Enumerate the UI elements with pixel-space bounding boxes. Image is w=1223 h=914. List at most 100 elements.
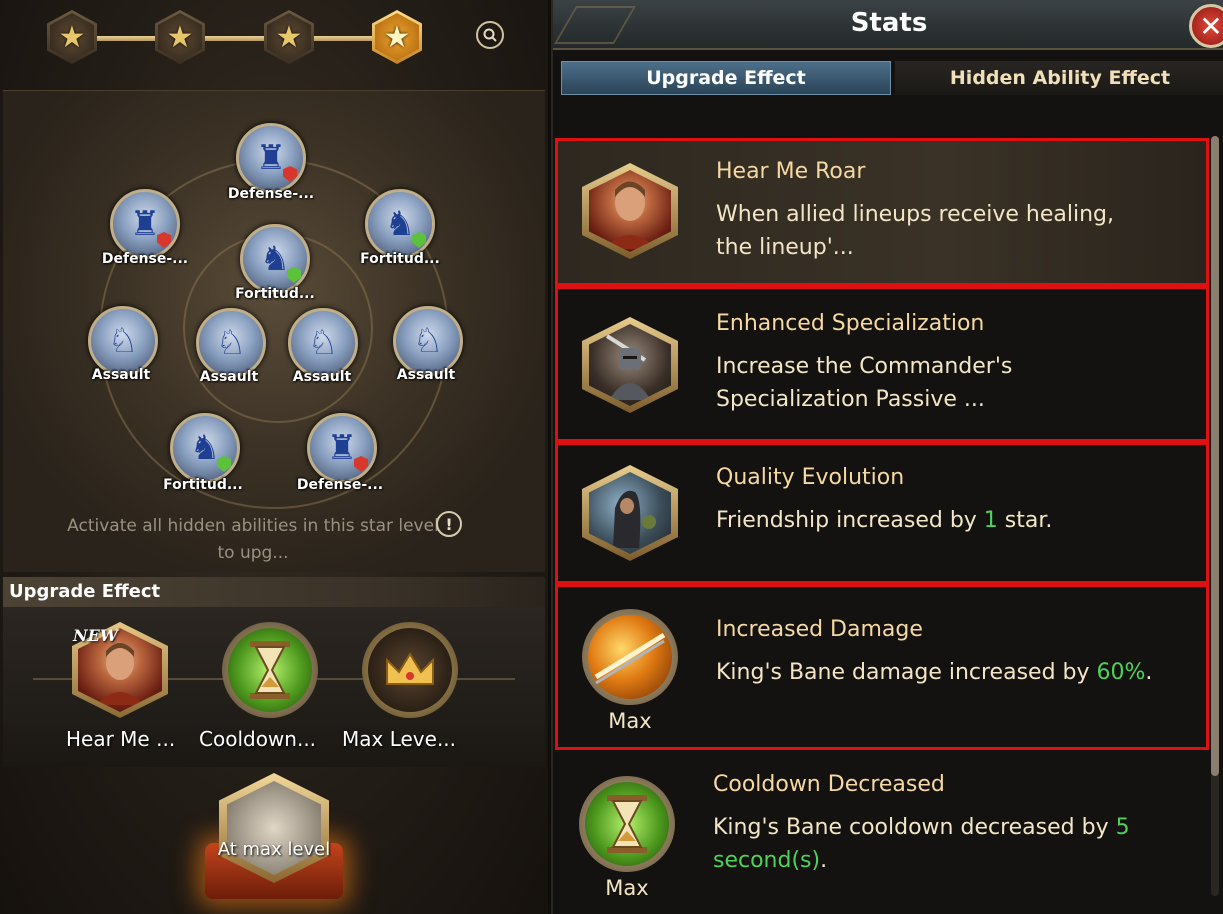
star-level-track: ★ ★ ★ ★ (0, 0, 548, 82)
desc-text: King's Bane cooldown decreased by (713, 815, 1116, 840)
portrait-inner (589, 170, 671, 252)
activation-hint: Activate all hidden abilities in this st… (67, 516, 439, 563)
upgrade-max-level-button[interactable] (362, 622, 458, 718)
knight-sword-icon (582, 317, 678, 413)
ability-node[interactable]: ♞ (240, 224, 310, 294)
desc-text: Increase the Commander's Specialization … (716, 354, 1013, 412)
knight-icon: ♞ (384, 204, 416, 244)
desc-text: . (1145, 660, 1153, 685)
desc-text: King's Bane damage increased by (716, 660, 1097, 685)
badge-icon (354, 456, 368, 472)
knight-shield-icon: ♜ (129, 204, 161, 244)
ability-node[interactable]: ♘ (196, 308, 266, 378)
max-level-label: At max level (217, 839, 331, 860)
effect-title: Hear Me Roar (716, 159, 866, 184)
ability-node[interactable]: ♞ (170, 413, 240, 483)
hooded-merchant-icon (582, 465, 678, 561)
upgrade-label: Hear Me ... (66, 727, 176, 751)
tab-upgrade-effect[interactable]: Upgrade Effect (561, 61, 891, 95)
upgrade-effect-title: Upgrade Effect (9, 581, 161, 602)
knight-figure (605, 334, 651, 400)
cavalry-icon: ♘ (107, 321, 139, 361)
upgrade-effect-header: Upgrade Effect (3, 577, 545, 607)
tab-bar: Upgrade Effect Hidden Ability Effect (561, 61, 1223, 95)
crown-shape (386, 652, 434, 685)
badge-icon (217, 456, 231, 472)
effect-title: Enhanced Specialization (716, 311, 985, 336)
upgrade-cooldown-button[interactable] (222, 622, 318, 718)
page-title: Stats (850, 8, 928, 38)
hourglass-icon (228, 628, 312, 712)
ability-node[interactable]: ♜ (110, 189, 180, 259)
effect-title: Quality Evolution (716, 465, 905, 490)
star-icon: ★ (383, 19, 411, 55)
merchant-inner (589, 472, 671, 554)
ability-node-label: Assault (91, 367, 151, 383)
star-level-3-button[interactable]: ★ (264, 10, 314, 64)
tab-hidden-ability-effect[interactable]: Hidden Ability Effect (895, 61, 1223, 95)
new-tag: NEW (73, 626, 118, 645)
star-level-2-button[interactable]: ★ (155, 10, 205, 64)
ability-node-label: Assault (292, 369, 352, 385)
hidden-ability-board: ♜ Defense-... ♜ Defense-... ♞ Fortitud..… (3, 90, 545, 572)
cavalry-icon: ♘ (215, 323, 247, 363)
star-level-1-button[interactable]: ★ (47, 10, 97, 64)
ability-node[interactable]: ♜ (307, 413, 377, 483)
face-icon (604, 181, 656, 249)
ability-node-label: Defense-... (101, 251, 189, 267)
blade-inner (588, 615, 672, 699)
ability-node[interactable]: ♘ (88, 306, 158, 376)
star-icon: ★ (58, 19, 86, 55)
stats-panel: Stats ✕ Upgrade Effect Hidden Ability Ef… (551, 0, 1223, 914)
effect-description: King's Bane cooldown decreased by 5 seco… (713, 811, 1153, 877)
star-icon: ★ (275, 19, 303, 55)
hourglass-icon (579, 776, 675, 872)
effect-list: Hear Me Roar When allied lineups receive… (553, 136, 1209, 914)
desc-text: Friendship increased by (716, 508, 984, 533)
commander-portrait-icon (582, 163, 678, 259)
ability-node[interactable]: ♘ (393, 306, 463, 376)
effect-row[interactable]: Enhanced Specialization Increase the Com… (555, 286, 1209, 442)
exclamation-icon[interactable]: ! (436, 511, 462, 537)
close-icon: ✕ (1199, 9, 1223, 43)
knight-inner (589, 324, 671, 406)
close-button[interactable]: ✕ (1189, 4, 1223, 48)
crown-icon (368, 628, 452, 712)
blade-slash-icon (582, 609, 678, 705)
magnifier-button[interactable] (476, 21, 504, 49)
upgrade-label: Max Leve... (342, 727, 457, 751)
hourglass-shape (250, 641, 290, 699)
hourglass-inner (585, 782, 669, 866)
effect-row[interactable]: Max Cooldown Decreased King's Bane coold… (555, 750, 1209, 914)
ability-node-label: Fortitud... (360, 251, 440, 267)
cavalry-icon: ♘ (412, 321, 444, 361)
desc-text: star. (997, 508, 1053, 533)
effect-title: Increased Damage (716, 617, 923, 642)
effect-row[interactable]: Quality Evolution Friendship increased b… (555, 442, 1209, 584)
max-tag: Max (608, 709, 652, 733)
effect-row[interactable]: Hear Me Roar When allied lineups receive… (555, 138, 1209, 286)
ability-node-label: Defense-... (296, 477, 384, 493)
knight-shield-icon: ♜ (255, 138, 287, 178)
star-icon: ★ (166, 19, 194, 55)
upgrade-label: Cooldown... (199, 727, 317, 751)
desc-text: When allied lineups receive healing, the… (716, 202, 1115, 260)
effect-title: Cooldown Decreased (713, 772, 945, 797)
badge-icon (157, 232, 171, 248)
ability-node-label: Assault (396, 367, 456, 383)
ability-node[interactable]: ♞ (365, 189, 435, 259)
cavalry-icon: ♘ (307, 323, 339, 363)
knight-icon: ♞ (259, 239, 291, 279)
scrollbar-thumb[interactable] (1211, 136, 1219, 776)
scrollbar[interactable] (1211, 136, 1219, 896)
star-level-4-button[interactable]: ★ (372, 10, 422, 64)
search-icon (483, 28, 497, 42)
blade-shape (594, 632, 666, 685)
effect-description: Friendship increased by 1 star. (716, 504, 1156, 537)
ability-node[interactable]: ♘ (288, 308, 358, 378)
badge-icon (287, 267, 301, 283)
ability-node[interactable]: ♜ (236, 123, 306, 193)
knight-shield-icon: ♜ (326, 428, 358, 468)
badge-icon (412, 232, 426, 248)
effect-row[interactable]: Max Increased Damage King's Bane damage … (555, 584, 1209, 750)
